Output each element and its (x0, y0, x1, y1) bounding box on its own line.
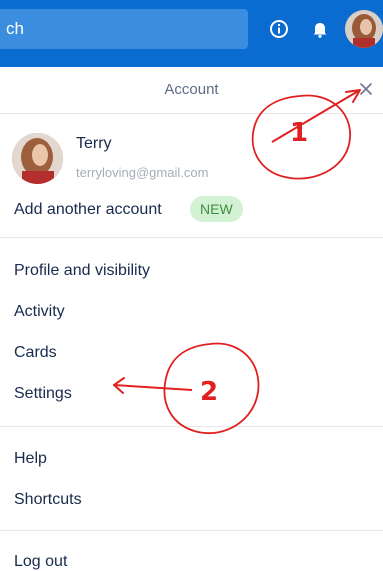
add-account-link[interactable]: Add another account (14, 201, 162, 219)
panel-title: Account (164, 81, 219, 98)
user-avatar (12, 133, 63, 184)
panel-header: Account (0, 67, 383, 114)
menu-item-cards[interactable]: Cards (14, 344, 57, 362)
user-name: Terry (76, 135, 112, 152)
close-icon[interactable] (356, 79, 376, 99)
account-panel: Account Terry terryloving@gmail.com Add … (0, 67, 383, 571)
divider (0, 237, 383, 238)
search-input[interactable]: ch (0, 9, 248, 49)
top-bar: ch (0, 0, 383, 67)
info-icon[interactable] (267, 17, 291, 41)
menu-item-shortcuts[interactable]: Shortcuts (14, 491, 82, 509)
bell-icon[interactable] (308, 17, 332, 41)
annotation-number-1: 1 (290, 118, 309, 148)
menu-item-help[interactable]: Help (14, 450, 47, 468)
menu-item-activity[interactable]: Activity (14, 303, 65, 321)
avatar[interactable] (345, 10, 383, 48)
menu-item-profile[interactable]: Profile and visibility (14, 262, 150, 280)
new-badge: NEW (190, 196, 243, 222)
menu-item-logout[interactable]: Log out (14, 553, 67, 571)
annotation-number-2: 2 (200, 377, 219, 407)
user-email: terryloving@gmail.com (76, 165, 209, 180)
menu-item-settings[interactable]: Settings (14, 385, 72, 403)
divider (0, 530, 383, 531)
divider (0, 426, 383, 427)
